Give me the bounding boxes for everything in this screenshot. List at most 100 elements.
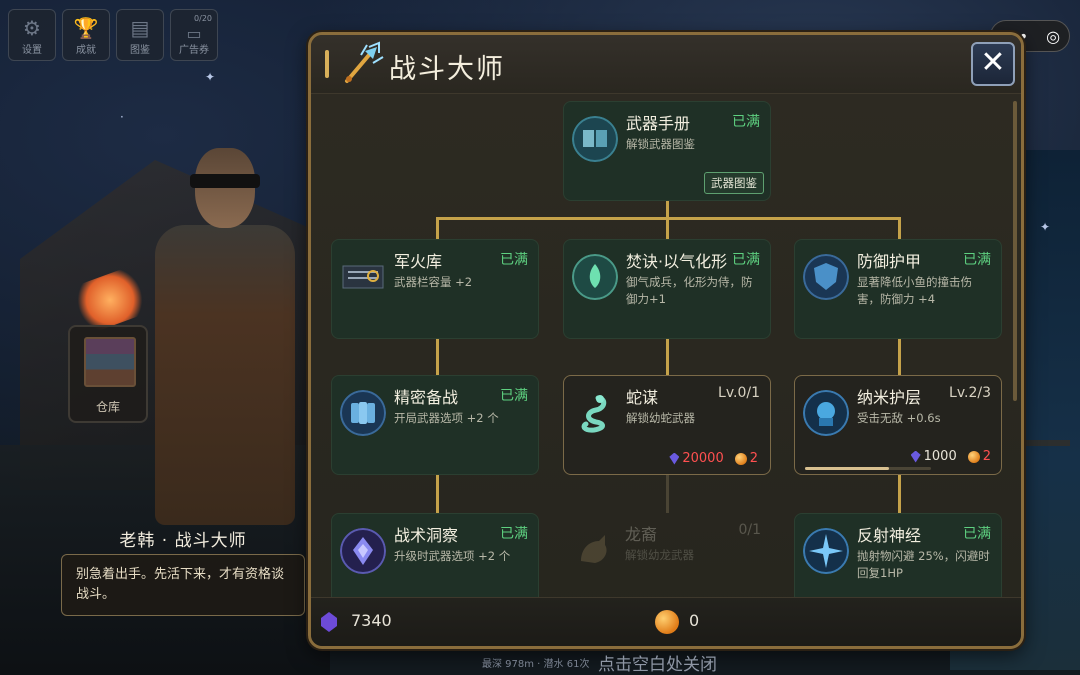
skill-description: 解锁幼蛇武器 xyxy=(626,411,695,425)
skill-node-reflex-nerve[interactable]: 反射神经 已满 抛射物闪避 25%，闪避时回复1HP xyxy=(794,513,1002,598)
achievements-label: 成就 xyxy=(76,45,96,56)
spirit-flame-icon xyxy=(572,254,618,300)
orb-cost: 2 xyxy=(982,449,991,464)
connector-line xyxy=(666,339,669,375)
skill-node-precise-prep[interactable]: 精密备战 已满 开局武器选项 +2 个 xyxy=(331,375,539,475)
gem-icon xyxy=(669,452,680,465)
top-menu: ⚙ 设置 🏆 成就 ▤ 图鉴 0/20 ▭ 广告券 xyxy=(8,9,218,61)
settings-button[interactable]: ⚙ 设置 xyxy=(8,9,56,61)
gem-cost: 1000 xyxy=(923,449,957,464)
connector-line xyxy=(666,217,669,239)
connector-line xyxy=(436,339,439,375)
skill-maxed-status: 已满 xyxy=(732,252,760,268)
skill-maxed-status: 已满 xyxy=(500,388,528,404)
connector-line xyxy=(898,475,901,513)
connector-line xyxy=(898,217,901,239)
star-icon: ✦ xyxy=(1040,220,1051,234)
weapon-rack-icon xyxy=(342,265,384,289)
skill-node-weapon-manual[interactable]: 武器手册 已满 解锁武器图鉴 武器图鉴 xyxy=(563,101,771,201)
connector-line xyxy=(898,339,901,375)
reflex-star-icon xyxy=(803,528,849,574)
storage-button[interactable]: 仓库 xyxy=(68,325,148,423)
npc-head xyxy=(195,148,255,228)
ad-ticket-button[interactable]: 0/20 ▭ 广告券 xyxy=(170,9,218,61)
gem-icon xyxy=(321,612,337,632)
cards-icon xyxy=(340,390,386,436)
orb-icon xyxy=(967,450,980,463)
trident-icon xyxy=(345,41,384,83)
currency-bar: 7340 0 xyxy=(311,597,1021,646)
orb-balance: 0 xyxy=(689,611,700,630)
close-program-icon[interactable]: ◎ xyxy=(1046,27,1060,46)
skill-node-nano-shield[interactable]: 纳米护层 Lv.2/3 受击无敌 +0.6s 1000 2 xyxy=(794,375,1002,475)
skill-description: 受击无敌 +0.6s xyxy=(857,411,941,425)
achievements-button[interactable]: 🏆 成就 xyxy=(62,9,110,61)
scrollbar[interactable] xyxy=(1013,101,1017,401)
skill-name: 纳米护层 xyxy=(857,388,922,407)
star-icon: · xyxy=(120,110,124,124)
skill-level: Lv.2/3 xyxy=(949,385,991,401)
skill-maxed-status: 已满 xyxy=(500,526,528,542)
trophy-icon: 🏆 xyxy=(73,16,99,40)
panel-header: 战斗大师 ✕ xyxy=(311,35,1021,94)
skill-node-armory[interactable]: 军火库 已满 武器栏容量 +2 xyxy=(331,239,539,339)
gear-icon: ⚙ xyxy=(23,16,41,40)
ad-ticket-label: 广告券 xyxy=(179,45,209,56)
skill-level: 0/1 xyxy=(738,522,761,538)
orb-icon xyxy=(734,452,747,465)
gem-cost: 20000 xyxy=(682,451,724,466)
skill-name: 龙裔 xyxy=(625,525,658,544)
ad-ticket-count: 0/20 xyxy=(194,14,212,23)
book-icon: ▤ xyxy=(130,16,150,40)
storage-label: 仓库 xyxy=(95,400,120,414)
npc-name: 老韩 · 战斗大师 xyxy=(119,531,247,551)
upgrade-cost: 20000 2 xyxy=(669,451,758,466)
shield-icon xyxy=(803,254,849,300)
skill-maxed-status: 已满 xyxy=(963,526,991,542)
orb-icon xyxy=(655,610,679,634)
skill-node-dragon-heir-locked[interactable]: 龙裔 0/1 解锁幼龙武器 xyxy=(563,513,771,598)
snake-icon xyxy=(581,395,607,433)
skill-description: 武器栏容量 +2 xyxy=(394,275,473,289)
npc-blindfold xyxy=(190,174,260,188)
title-accent xyxy=(325,50,329,78)
shelf-icon xyxy=(84,337,136,387)
skill-maxed-status: 已满 xyxy=(732,114,760,130)
skill-node-snake-plan[interactable]: 蛇谋 Lv.0/1 解锁幼蛇武器 20000 2 xyxy=(563,375,771,475)
upgrade-cost: 1000 2 xyxy=(910,449,991,464)
skill-name: 精密备战 xyxy=(394,388,459,407)
skill-name: 反射神经 xyxy=(857,526,922,545)
skill-tree[interactable]: 武器手册 已满 解锁武器图鉴 武器图鉴 军火库 已满 武器栏容量 +2 焚诀·以… xyxy=(311,93,1021,598)
skill-node-burning-art[interactable]: 焚诀·以气化形 已满 御气成兵，化形为侍，防御力+1 xyxy=(563,239,771,339)
npc-dialog: 别急着出手。先活下来，才有资格谈战斗。 xyxy=(61,554,305,616)
skill-name: 焚诀·以气化形 xyxy=(626,252,728,271)
skill-maxed-status: 已满 xyxy=(963,252,991,268)
skill-description: 升级时武器选项 +2 个 xyxy=(394,549,511,563)
codex-button[interactable]: ▤ 图鉴 xyxy=(116,9,164,61)
insight-crystal-icon xyxy=(340,528,386,574)
skill-description: 解锁武器图鉴 xyxy=(626,137,695,151)
gem-balance: 7340 xyxy=(351,611,392,630)
weapon-codex-button[interactable]: 武器图鉴 xyxy=(704,172,764,194)
skill-name: 军火库 xyxy=(394,252,443,271)
panel-title: 战斗大师 xyxy=(389,54,505,85)
tap-to-close-hint[interactable]: 点击空白处关闭 xyxy=(598,650,717,675)
ticket-icon: ▭ xyxy=(186,24,202,43)
close-button[interactable]: ✕ xyxy=(971,42,1015,86)
skill-description: 显著降低小鱼的撞击伤害，防御力 +4 xyxy=(857,275,972,306)
settings-label: 设置 xyxy=(22,45,42,56)
nano-armor-icon xyxy=(803,390,849,436)
skill-name: 防御护甲 xyxy=(857,252,922,271)
star-icon: ✦ xyxy=(205,70,216,84)
skill-description: 解锁幼龙武器 xyxy=(625,548,694,562)
book-icon xyxy=(572,116,618,162)
skill-maxed-status: 已满 xyxy=(500,252,528,268)
connector-line-locked xyxy=(666,475,669,513)
skill-description: 御气成兵，化形为侍，防御力+1 xyxy=(626,275,753,306)
level-progress-bar xyxy=(805,467,931,470)
skill-description: 抛射物闪避 25%，闪避时回复1HP xyxy=(857,549,990,580)
skill-node-tactical-insight[interactable]: 战术洞察 已满 升级时武器选项 +2 个 xyxy=(331,513,539,598)
npc-body xyxy=(155,225,295,525)
codex-label: 图鉴 xyxy=(130,45,150,56)
skill-node-defense-armor[interactable]: 防御护甲 已满 显著降低小鱼的撞击伤害，防御力 +4 xyxy=(794,239,1002,339)
